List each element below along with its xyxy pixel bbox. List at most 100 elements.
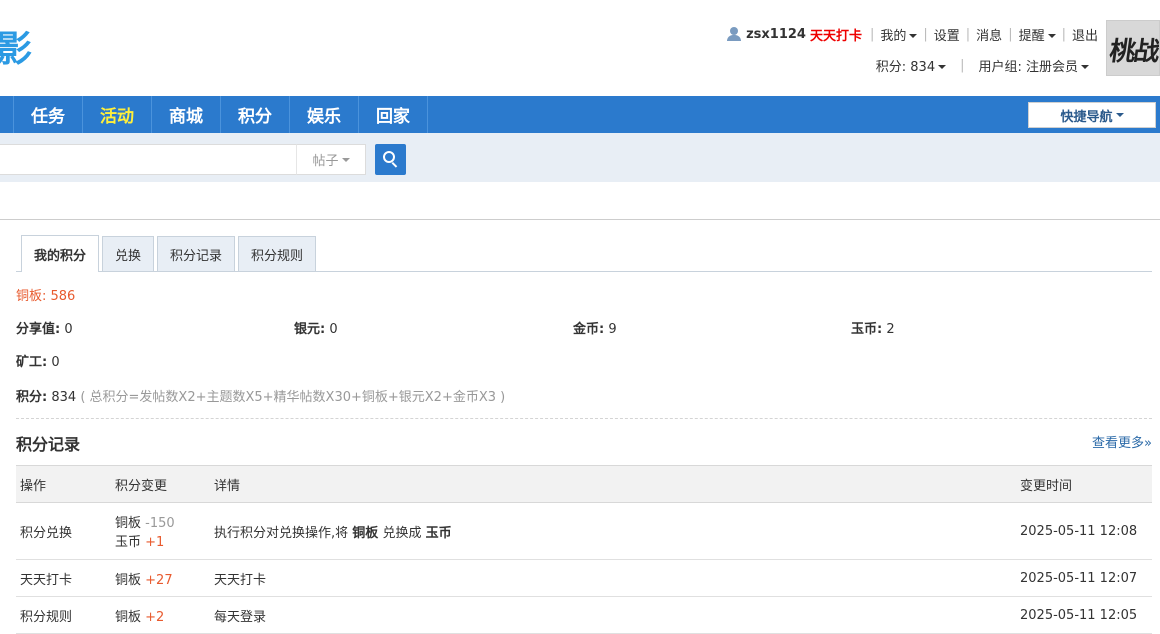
detail-to: 玉币 [425,525,452,541]
logout-link[interactable]: 退出 [1072,25,1098,44]
row-change: 铜板 -150 玉币 +1 [115,502,214,560]
share-value: 0 [64,322,73,337]
change-delta: -150 [145,516,175,531]
row-detail: 天天打卡 [214,559,1020,597]
chevron-down-icon [1047,34,1056,38]
checkin-link[interactable]: 天天打卡 [810,25,862,44]
gold-label: 金币: [573,322,605,337]
jade-stat: 玉币: 2 [851,318,895,337]
row-detail: 执行积分对兑换操作,将 铜板 兑换成 玉币 [214,502,1020,560]
nav-item-activities[interactable]: 活动 [82,96,151,133]
table-header-row: 操作 积分变更 详情 变更时间 [16,465,1152,503]
view-more-link[interactable]: 查看更多» [1092,432,1152,451]
separator: | [869,26,875,42]
row-change: 铜板 +2 [115,596,214,634]
gold-stat: 金币: 9 [573,318,617,337]
change-delta: +27 [145,572,173,588]
change-name: 玉币 [115,535,142,550]
detail-text: 兑换成 [382,525,422,541]
total-value: 834 [51,390,77,405]
total-label: 积分: [16,390,48,405]
search-button[interactable] [375,144,406,175]
tab-points-log[interactable]: 积分记录 [157,236,236,271]
avatar-image-text: 桃战 [1107,37,1160,67]
usergroup-label: 用户组: 注册会员 [978,59,1078,75]
separator: | [1008,26,1013,42]
nav-list: 任务 活动 商城 积分 娱乐 回家 [0,96,1160,133]
username-link[interactable]: zsx1124 [746,27,806,42]
nav-item-tasks[interactable]: 任务 [13,96,82,133]
change-name: 铜板 [115,572,142,588]
tab-my-points[interactable]: 我的积分 [21,235,100,272]
quick-nav-button[interactable]: 快捷导航 [1028,102,1156,128]
search-icon [383,151,395,163]
row-time: 2025-05-11 12:08 [1020,502,1152,560]
change-line: 玉币 +1 [115,531,214,550]
nav-item-home[interactable]: 回家 [358,96,428,133]
row-time: 2025-05-11 12:05 [1020,596,1152,634]
total-points: 积分: 834 ( 总积分=发帖数X2+主题数X5+精华帖数X30+铜板+银元X… [16,386,505,405]
change-name: 铜板 [115,609,142,625]
main-nav: 任务 活动 商城 积分 娱乐 回家 快捷导航 [0,96,1160,133]
site-header: 影 zsx1124 天天打卡 | 我的 | 设置 | 消息 | 提醒 | 退出 … [0,0,1160,96]
settings-link[interactable]: 设置 [934,25,960,44]
avatar[interactable]: 桃战 [1106,20,1160,76]
table-row: 积分规则 铜板 +2 每天登录 2025-05-11 12:05 [16,596,1152,634]
points-tabs: 我的积分 兑换 积分记录 积分规则 [16,235,1152,272]
my-menu[interactable]: 我的 [880,25,918,44]
silver-stat: 银元: 0 [294,318,338,337]
quick-nav-label: 快捷导航 [1060,109,1113,125]
separator: | [965,26,971,42]
table-row: 积分兑换 铜板 -150 玉币 +1 执行积分对兑换操作,将 铜板 兑换成 玉币… [16,502,1152,560]
points-label: 积分: 834 [875,59,936,75]
row-action: 积分兑换 [16,502,115,560]
divider [16,418,1152,419]
detail-text: 执行积分对兑换操作,将 [214,525,349,541]
reminders-menu[interactable]: 提醒 [1019,25,1056,44]
share-label: 分享值: [16,322,61,337]
usergroup-menu[interactable]: 用户组: 注册会员 [978,56,1089,75]
chevron-down-icon [1081,65,1089,69]
separator: | [960,57,965,73]
chevron-down-icon [909,34,918,38]
chevron-down-icon [341,157,350,162]
search-bar: 帖子 [0,133,1160,182]
separator: | [1061,26,1066,42]
points-records-table: 操作 积分变更 详情 变更时间 积分兑换 铜板 -150 玉币 +1 执行积分对… [16,465,1152,634]
row-action: 天天打卡 [16,559,115,597]
search-input[interactable] [0,144,298,175]
user-toolbar: zsx1124 天天打卡 | 我的 | 设置 | 消息 | 提醒 | 退出 [727,24,1098,44]
messages-link[interactable]: 消息 [976,25,1002,44]
miner-value: 0 [51,355,60,370]
nav-item-entertainment[interactable]: 娱乐 [289,96,358,133]
tab-exchange[interactable]: 兑换 [102,236,155,271]
col-time: 变更时间 [1020,465,1152,503]
change-name: 铜板 [115,516,142,531]
points-menu[interactable]: 积分: 834 [875,56,947,75]
detail-from: 铜板 [352,525,379,541]
change-delta: +1 [145,535,165,550]
search-type-select[interactable]: 帖子 [296,144,366,175]
row-change: 铜板 +27 [115,559,214,597]
miner-stat: 矿工: 0 [16,351,60,370]
change-line: 铜板 -150 [115,512,214,531]
main-content: 我的积分 兑换 积分记录 积分规则 铜板: 586 分享值: 0 银元: 0 金… [0,219,1160,634]
gold-value: 9 [608,322,617,337]
separator: | [923,26,928,42]
user-status-bar: 积分: 834 | 用户组: 注册会员 [876,55,1089,75]
tab-points-rules[interactable]: 积分规则 [238,236,317,271]
change-delta: +2 [145,609,165,625]
chevron-down-icon [1115,113,1124,117]
silver-label: 银元: [294,322,326,337]
row-time: 2025-05-11 12:07 [1020,559,1152,597]
user-icon [727,27,742,41]
share-stat: 分享值: 0 [16,318,73,337]
col-detail: 详情 [214,465,1020,503]
table-row: 天天打卡 铜板 +27 天天打卡 2025-05-11 12:07 [16,559,1152,597]
site-logo[interactable]: 影 [0,20,32,72]
nav-item-shop[interactable]: 商城 [151,96,220,133]
nav-item-points[interactable]: 积分 [220,96,289,133]
row-action: 积分规则 [16,596,115,634]
row-detail: 每天登录 [214,596,1020,634]
miner-label: 矿工: [16,355,48,370]
